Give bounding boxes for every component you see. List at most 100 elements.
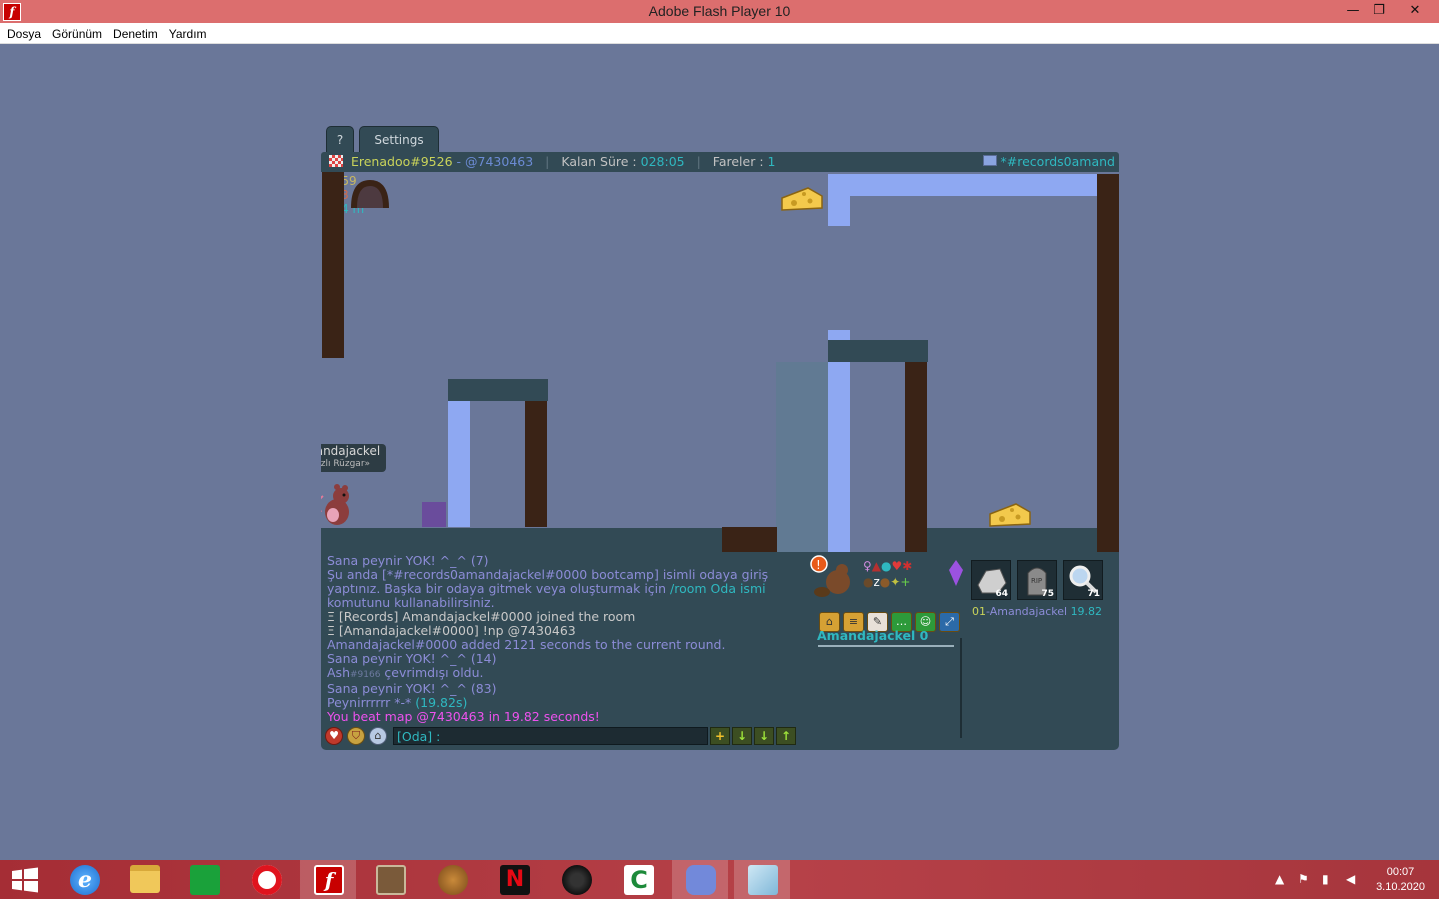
transformice-game[interactable]: ? Settings Erenadoo#9526 - @7430463 | Ka… [321, 126, 1119, 750]
taskbar-flash-player[interactable]: f [300, 860, 356, 899]
search-slot[interactable]: 71 [1063, 560, 1103, 600]
stone-ledge [828, 340, 928, 362]
opera-icon [252, 865, 282, 895]
game-hud: Erenadoo#9526 - @7430463 | Kalan Süre : … [321, 152, 1119, 172]
dirt-pillar-left [322, 172, 344, 358]
taskbar-transformice-2[interactable] [424, 860, 480, 899]
tab-help[interactable]: ? [326, 126, 354, 152]
discord-icon [686, 865, 716, 895]
hud-room[interactable]: *#records0amand [982, 152, 1115, 172]
down-arrow-button-2[interactable]: ↓ [754, 727, 774, 745]
profile-name[interactable]: Amandajackel 0 [817, 628, 928, 644]
ie-icon: e [70, 865, 100, 895]
svg-text:!: ! [816, 558, 821, 572]
down-arrow-button[interactable]: ↓ [732, 727, 752, 745]
game-stage[interactable]: 60/59 11.3 mo 0.34 m Amandajackel«Hızlı … [321, 172, 1119, 552]
menu-dosya[interactable]: Dosya [7, 24, 41, 44]
hud-mice-label: Fareler : [712, 154, 764, 169]
svg-text:RIP: RIP [1031, 577, 1042, 585]
close-button[interactable]: ✕ [1400, 0, 1430, 22]
water-column [776, 362, 828, 552]
system-clock[interactable]: 00:07 3.10.2020 [1376, 865, 1425, 895]
mouse-icon-2 [438, 865, 468, 895]
folder-icon [130, 865, 160, 893]
chat-line: Ash#9166 çevrimdışı oldu. [327, 666, 484, 680]
purple-block [422, 502, 446, 527]
chat-line: yaptınız. Başka bir odaya gitmek veya ol… [327, 582, 766, 596]
cheese-icon [989, 503, 1031, 527]
camtasia-icon: C [624, 865, 654, 895]
chat-log: Sana peynir YOK! ^_^ (7) Şu anda [*#reco… [327, 554, 807, 724]
mouse-hole-icon [351, 180, 389, 208]
tribe-button[interactable]: ⛉ [347, 727, 365, 745]
chat-line: You beat map @7430463 in 19.82 seconds! [327, 710, 600, 724]
tombstone-slot[interactable]: RIP 75 [1017, 560, 1057, 600]
taskbar-netflix[interactable]: N [486, 860, 542, 899]
profile-underline [818, 645, 954, 647]
hud-map-code: - @7430463 [456, 154, 534, 169]
chat-line: Şu anda [*#records0amandajackel#0000 boo… [327, 568, 769, 582]
hud-player-name: Erenadoo#9526 [350, 154, 453, 169]
taskbar-transformice[interactable] [362, 860, 418, 899]
player-nametag: Amandajackel«Hızlı Rüzgar» [321, 444, 386, 472]
fullscreen-icon[interactable]: ⤢ [939, 612, 960, 632]
dirt-pillar [525, 401, 547, 527]
window-title: Adobe Flash Player 10 [648, 3, 791, 19]
crystal-icon [949, 560, 963, 586]
checkered-flag-icon [329, 155, 343, 167]
volume-icon[interactable]: ◀ [1346, 871, 1355, 887]
chat-line: komutunu kullanabilirsiniz. [327, 596, 495, 610]
chat-input[interactable]: [Oda] : [393, 727, 708, 745]
start-button[interactable] [0, 860, 56, 899]
obs-icon [562, 865, 592, 895]
chat-line: Peynirrrrrr *-* (19.82s) [327, 696, 468, 710]
windows-taskbar: e f N C ▲ ⚑ ▮ ◀ 00:07 3.10.2020 [0, 860, 1439, 899]
tab-settings[interactable]: Settings [359, 126, 439, 152]
windows-logo-icon [12, 867, 38, 893]
room-flag-icon [982, 155, 997, 166]
taskbar-notepad[interactable] [734, 860, 790, 899]
hud-time-value: 028:05 [640, 154, 685, 169]
bottom-panel: Sana peynir YOK! ^_^ (7) Şu anda [*#reco… [321, 552, 1119, 750]
chat-line: Sana peynir YOK! ^_^ (14) [327, 652, 497, 666]
netflix-icon: N [500, 865, 530, 895]
leaderboard-entry: 01-Amandajackel 19.82 [972, 605, 1103, 618]
menu-gorunum[interactable]: Görünüm [52, 24, 102, 44]
taskbar-file-explorer[interactable] [116, 860, 172, 899]
ice-column [828, 330, 850, 552]
restore-button[interactable]: ❐ [1364, 0, 1394, 22]
action-center-icon[interactable]: ⚑ [1298, 871, 1309, 887]
ice-ceiling [828, 174, 1098, 196]
dirt-column [905, 362, 927, 552]
house-button[interactable]: ⌂ [369, 727, 387, 745]
ground-right [927, 528, 1097, 552]
heart-button[interactable]: ♥ [325, 727, 343, 745]
menu-yardim[interactable]: Yardım [169, 24, 207, 44]
taskbar-internet-explorer[interactable]: e [56, 860, 112, 899]
plus-button[interactable]: + [710, 727, 730, 745]
stone-platform [448, 379, 548, 401]
mouse-character[interactable] [321, 482, 357, 528]
taskbar-opera[interactable] [238, 860, 294, 899]
taskbar-obs[interactable] [548, 860, 604, 899]
taskbar-camtasia[interactable]: C [610, 860, 666, 899]
flash-icon: f [314, 865, 344, 895]
hud-time-label: Kalan Süre : [561, 154, 637, 169]
tray-expand-icon[interactable]: ▲ [1275, 871, 1284, 887]
cheese-slot[interactable]: 64 [971, 560, 1011, 600]
hud-mice-value: 1 [767, 154, 776, 169]
chat-bar: ♥ ⛉ ⌂ [Oda] : + ↓ ↓ ↑ [323, 726, 801, 746]
dirt-pillar-right [1097, 174, 1119, 552]
taskbar-discord[interactable] [672, 860, 728, 899]
profile-divider [960, 638, 962, 738]
window-titlebar[interactable]: f Adobe Flash Player 10 — ❐ ✕ [0, 0, 1439, 23]
player-avatar[interactable]: ! [810, 554, 854, 600]
cheese-icon [781, 187, 823, 211]
ground-left [321, 528, 722, 552]
up-arrow-button[interactable]: ↑ [776, 727, 796, 745]
notepad-icon [748, 865, 778, 895]
mouse-icon [376, 865, 406, 895]
network-icon[interactable]: ▮ [1322, 871, 1329, 887]
taskbar-store[interactable] [176, 860, 232, 899]
menu-denetim[interactable]: Denetim [113, 24, 158, 44]
